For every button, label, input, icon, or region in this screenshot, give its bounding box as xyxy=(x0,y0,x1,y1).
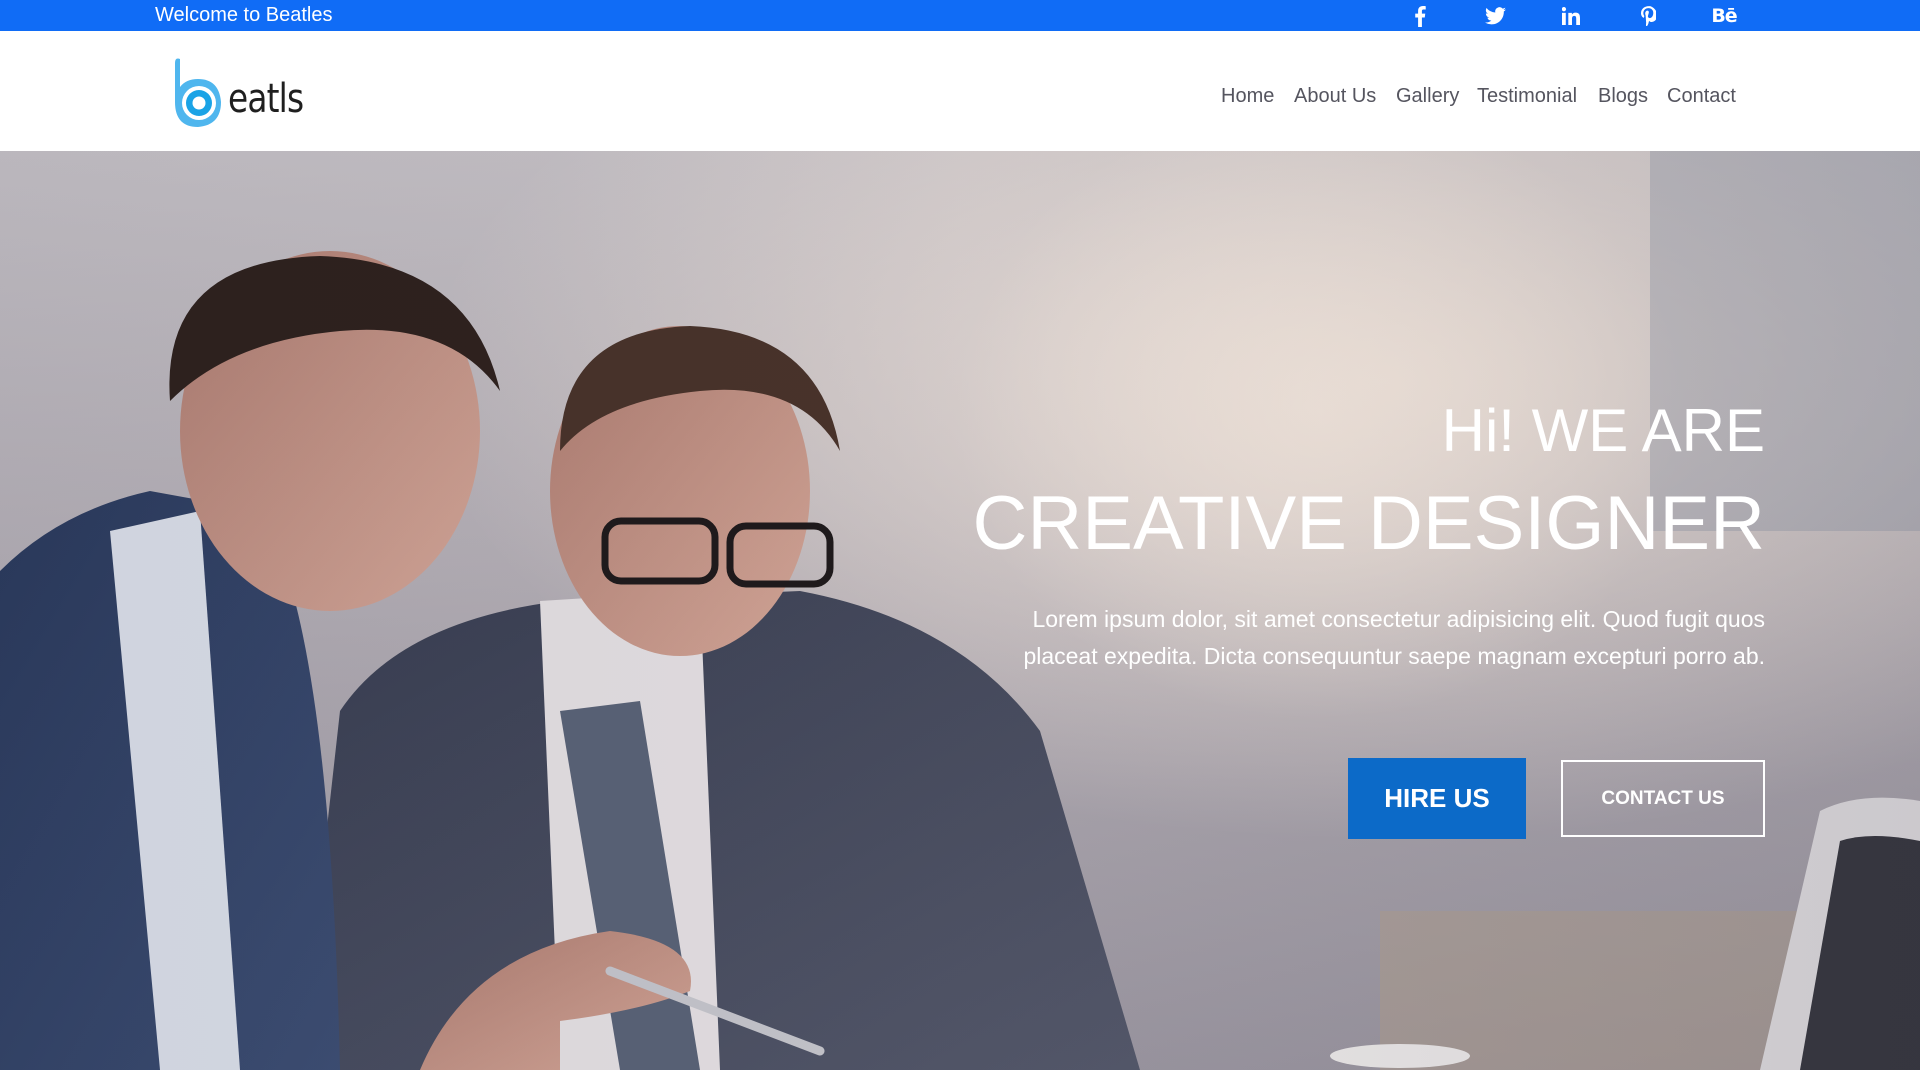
hero-heading-line2: CREATIVE DESIGNER xyxy=(972,481,1765,566)
linkedin-link[interactable] xyxy=(1556,4,1586,28)
nav-home[interactable]: Home xyxy=(1221,81,1274,111)
hire-us-button[interactable]: HIRE US xyxy=(1348,758,1526,839)
hero-section: Hi! WE ARE CREATIVE DESIGNER Lorem ipsum… xyxy=(0,151,1920,1070)
facebook-link[interactable] xyxy=(1405,4,1435,28)
main-nav: Home About Us Gallery Testimonial Blogs … xyxy=(0,81,1920,111)
top-bar: Welcome to Beatles Bē xyxy=(0,0,1920,31)
twitter-icon xyxy=(1484,7,1506,25)
twitter-link[interactable] xyxy=(1480,4,1510,28)
nav-testimonial[interactable]: Testimonial xyxy=(1477,81,1577,111)
nav-about-us[interactable]: About Us xyxy=(1294,81,1376,111)
hero-heading-line1: Hi! WE ARE xyxy=(1441,397,1765,464)
site-header: eatls Home About Us Gallery Testimonial … xyxy=(0,31,1920,151)
hero-description: Lorem ipsum dolor, sit amet consectetur … xyxy=(1023,606,1765,669)
behance-icon: Bē xyxy=(1711,5,1737,27)
contact-us-button[interactable]: CONTACT US xyxy=(1561,760,1765,837)
linkedin-icon xyxy=(1562,7,1580,25)
pinterest-icon xyxy=(1640,6,1656,26)
welcome-text: Welcome to Beatles xyxy=(155,4,333,26)
pinterest-link[interactable] xyxy=(1633,4,1663,28)
facebook-icon xyxy=(1415,5,1426,27)
nav-gallery[interactable]: Gallery xyxy=(1396,81,1459,111)
nav-blogs[interactable]: Blogs xyxy=(1598,81,1648,111)
behance-link[interactable]: Bē xyxy=(1709,4,1739,28)
nav-contact[interactable]: Contact xyxy=(1667,81,1736,111)
